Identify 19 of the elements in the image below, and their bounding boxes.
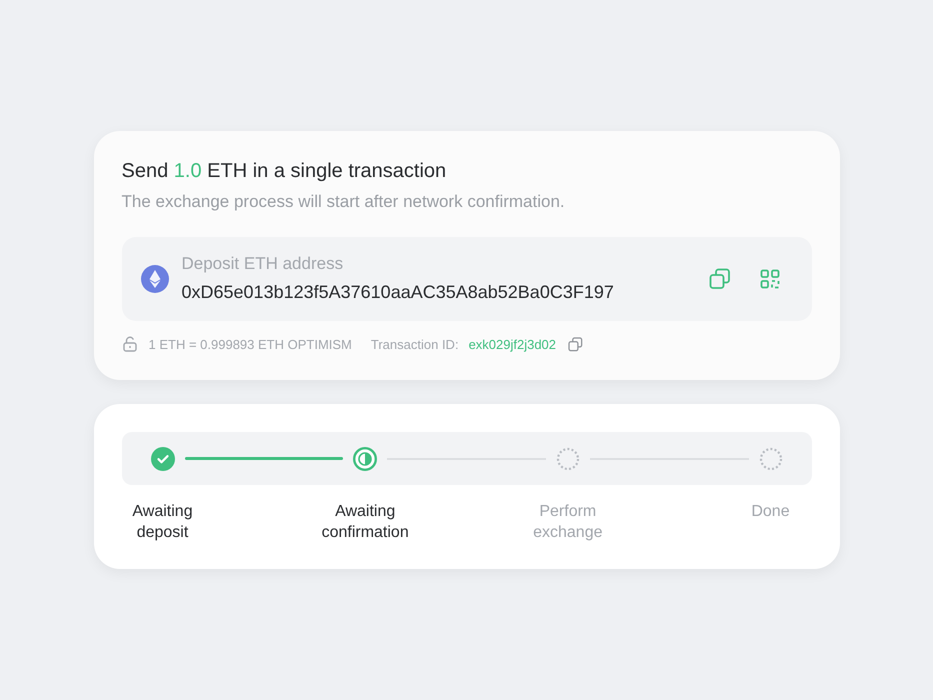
copy-button[interactable] bbox=[708, 266, 732, 290]
transaction-label: Transaction ID: bbox=[370, 336, 459, 354]
step-label: Awaiting deposit bbox=[131, 502, 194, 543]
copy-icon bbox=[568, 336, 583, 352]
deposit-address: 0xD65e013b123f5A37610aaAC35A8ab52Ba0C3F197 bbox=[182, 281, 615, 304]
exchange-rate: 1 ETH = 0.999893 ETH OPTIMISM bbox=[148, 336, 352, 354]
step-label: Perform exchange bbox=[532, 502, 604, 543]
unlock-icon bbox=[122, 336, 138, 352]
step-label: Done bbox=[750, 502, 791, 522]
qr-code-button[interactable] bbox=[758, 266, 782, 290]
copy-button[interactable] bbox=[567, 336, 584, 352]
copy-icon bbox=[708, 268, 730, 290]
ethereum-icon bbox=[140, 264, 168, 292]
card-title: Send 1.0 ETH in a single transaction bbox=[122, 159, 448, 183]
address-label: Deposit ETH address bbox=[182, 252, 344, 275]
qr-code-icon bbox=[760, 268, 780, 288]
step-label: Awaiting confirmation bbox=[320, 502, 410, 543]
transaction-id: exk029jf2j3d02 bbox=[468, 336, 556, 354]
card-subtitle: The exchange process will start after network confirmation. bbox=[122, 191, 566, 213]
